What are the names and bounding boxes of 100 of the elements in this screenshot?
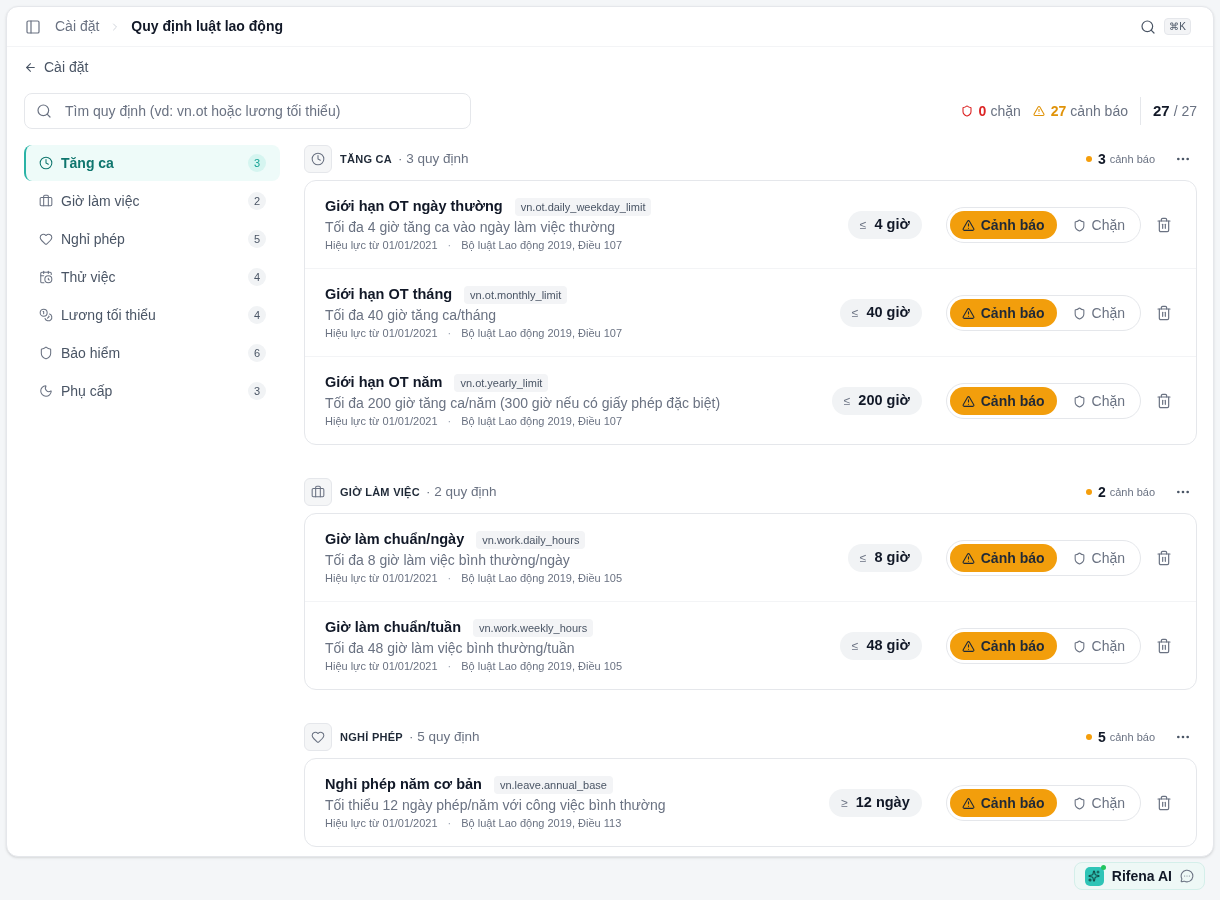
warning-icon: [961, 551, 975, 565]
operator-symbol: ≤: [851, 638, 859, 655]
rule-code: vn.ot.daily_weekday_limit: [514, 198, 652, 216]
rule-title: Giới hạn OT tháng: [325, 285, 453, 305]
clock-icon: [39, 156, 53, 170]
warning-total-count: 27: [1050, 101, 1067, 121]
chat-bubble-icon: [1180, 869, 1194, 883]
search-icon: [36, 103, 52, 119]
warning-icon: [961, 218, 975, 232]
legal-source: Bộ luật Lao động 2019, Điều 107: [461, 414, 623, 429]
rule-title: Giờ làm chuẩn/tuần: [325, 618, 461, 638]
sidebar-item[interactable]: Tăng ca 3: [24, 145, 280, 181]
mode-button[interactable]: Cảnh báo: [949, 544, 1057, 572]
heart-icon: [39, 232, 53, 246]
separator-dot: ·: [446, 659, 453, 674]
count-badge: 6: [248, 344, 266, 362]
back-link[interactable]: Cài đặt: [24, 57, 89, 77]
group-count: · 3 quy định: [398, 149, 469, 168]
effective-date: Hiệu lực từ 01/01/2021: [325, 571, 438, 586]
operator-symbol: ≤: [851, 305, 859, 322]
separator-dot: ·: [446, 238, 453, 253]
arrow-left-icon: [24, 60, 37, 74]
count-badge: 3: [248, 382, 266, 400]
separator-dot: ·: [446, 571, 453, 586]
sidebar-item[interactable]: Nghỉ phép 5: [24, 221, 280, 257]
limit-value: 8 giờ: [874, 548, 910, 568]
rule-title: Giới hạn OT năm: [325, 373, 443, 393]
rule-description: Tối đa 8 giờ làm việc bình thường/ngày: [325, 551, 570, 570]
limit-value: 4 giờ: [874, 215, 910, 235]
group-title: GIỜ LÀM VIỆC: [340, 484, 420, 501]
warning-count: 3: [1097, 149, 1106, 169]
effective-date: Hiệu lực từ 01/01/2021: [325, 326, 438, 341]
moon-icon: [39, 384, 53, 398]
mode-button[interactable]: Cảnh báo: [949, 387, 1057, 415]
sidebar-item[interactable]: Lương tối thiểu 4: [24, 297, 280, 333]
mode-button[interactable]: Chặn: [1060, 299, 1137, 327]
mode-button[interactable]: Chặn: [1060, 544, 1137, 572]
mode-button[interactable]: Cảnh báo: [949, 211, 1057, 239]
count-badge: 4: [248, 306, 266, 324]
sidebar-item[interactable]: Phụ cấp 3: [24, 373, 280, 409]
coins-icon: [39, 308, 53, 322]
shield-icon: [960, 105, 973, 117]
rule-code: vn.leave.annual_base: [493, 776, 613, 794]
limit-value: 200 giờ: [858, 391, 910, 411]
rule-title: Nghỉ phép năm cơ bản: [325, 775, 482, 795]
mode-button[interactable]: Chặn: [1060, 789, 1137, 817]
blocked-label: chặn: [990, 101, 1021, 121]
assistant-label: Rifena AI: [1111, 866, 1172, 886]
sidebar-item[interactable]: Giờ làm việc 2: [24, 183, 280, 219]
legal-source: Bộ luật Lao động 2019, Điều 107: [461, 238, 623, 253]
mode-button[interactable]: Chặn: [1060, 211, 1137, 239]
trash-icon: [1156, 217, 1172, 233]
shield-icon: [1072, 394, 1086, 408]
search-button[interactable]: [1140, 18, 1157, 35]
warning-icon: [961, 306, 975, 320]
sidebar-item[interactable]: Bảo hiểm 6: [24, 335, 280, 371]
group-title: TĂNG CA: [340, 151, 393, 167]
mode-button[interactable]: Chặn: [1060, 387, 1137, 415]
sidebar-item-label: Phụ cấp: [61, 381, 114, 401]
mode-button[interactable]: Cảnh báo: [949, 789, 1057, 817]
mode-button[interactable]: Chặn: [1060, 632, 1137, 660]
mode-button[interactable]: Cảnh báo: [949, 632, 1057, 660]
sparkle-icon: [1084, 866, 1104, 886]
assistant-button[interactable]: Rifena AI: [1073, 862, 1205, 890]
trash-icon: [1156, 638, 1172, 654]
sidebar-item-label: Tăng ca: [61, 153, 115, 173]
warning-label: cảnh báo: [1109, 729, 1155, 745]
breadcrumb-current: Quy định luật lao động: [131, 17, 283, 36]
trash-icon: [1156, 393, 1172, 409]
count-badge: 4: [248, 268, 266, 286]
rule-description: Tối thiểu 12 ngày phép/năm với công việc bình thường: [325, 796, 666, 815]
effective-date: Hiệu lực từ 01/01/2021: [325, 659, 438, 674]
separator-dot: ·: [446, 414, 453, 429]
effective-date: Hiệu lực từ 01/01/2021: [325, 414, 438, 429]
rule-description: Tối đa 40 giờ tăng ca/tháng: [325, 306, 497, 325]
clock-icon: [311, 152, 325, 166]
rule-code: vn.ot.monthly_limit: [464, 286, 568, 304]
breadcrumb-link[interactable]: Cài đặt: [55, 16, 100, 37]
shown-count: 27: [1152, 100, 1170, 121]
sidebar-item-label: Bảo hiểm: [61, 343, 122, 363]
separator-dot: ·: [446, 326, 453, 341]
warning-icon: [961, 639, 975, 653]
sidebar-toggle-button[interactable]: [25, 18, 41, 35]
search-field[interactable]: Tìm quy định (vd: vn.ot hoặc lương tối thiểu): [24, 93, 471, 129]
warning-icon: [961, 394, 975, 408]
rule-code: vn.work.daily_hours: [476, 531, 586, 549]
shield-icon: [1072, 796, 1086, 810]
effective-date: Hiệu lực từ 01/01/2021: [325, 238, 438, 253]
warning-icon: [961, 796, 975, 810]
rule-title: Giới hạn OT ngày thường: [325, 197, 503, 217]
mode-button[interactable]: Cảnh báo: [949, 299, 1057, 327]
operator-symbol: ≤: [859, 217, 867, 234]
trash-icon: [1156, 550, 1172, 566]
sidebar-item-label: Giờ làm việc: [61, 191, 141, 211]
rule-title: Giờ làm chuẩn/ngày: [325, 530, 465, 550]
sidebar-item[interactable]: Thử việc 4: [24, 259, 280, 295]
warning-count: 2: [1097, 482, 1106, 502]
legal-source: Bộ luật Lao động 2019, Điều 105: [461, 659, 623, 674]
count-badge: 3: [248, 154, 266, 172]
shortcut-key: ⌘K: [1164, 18, 1191, 35]
